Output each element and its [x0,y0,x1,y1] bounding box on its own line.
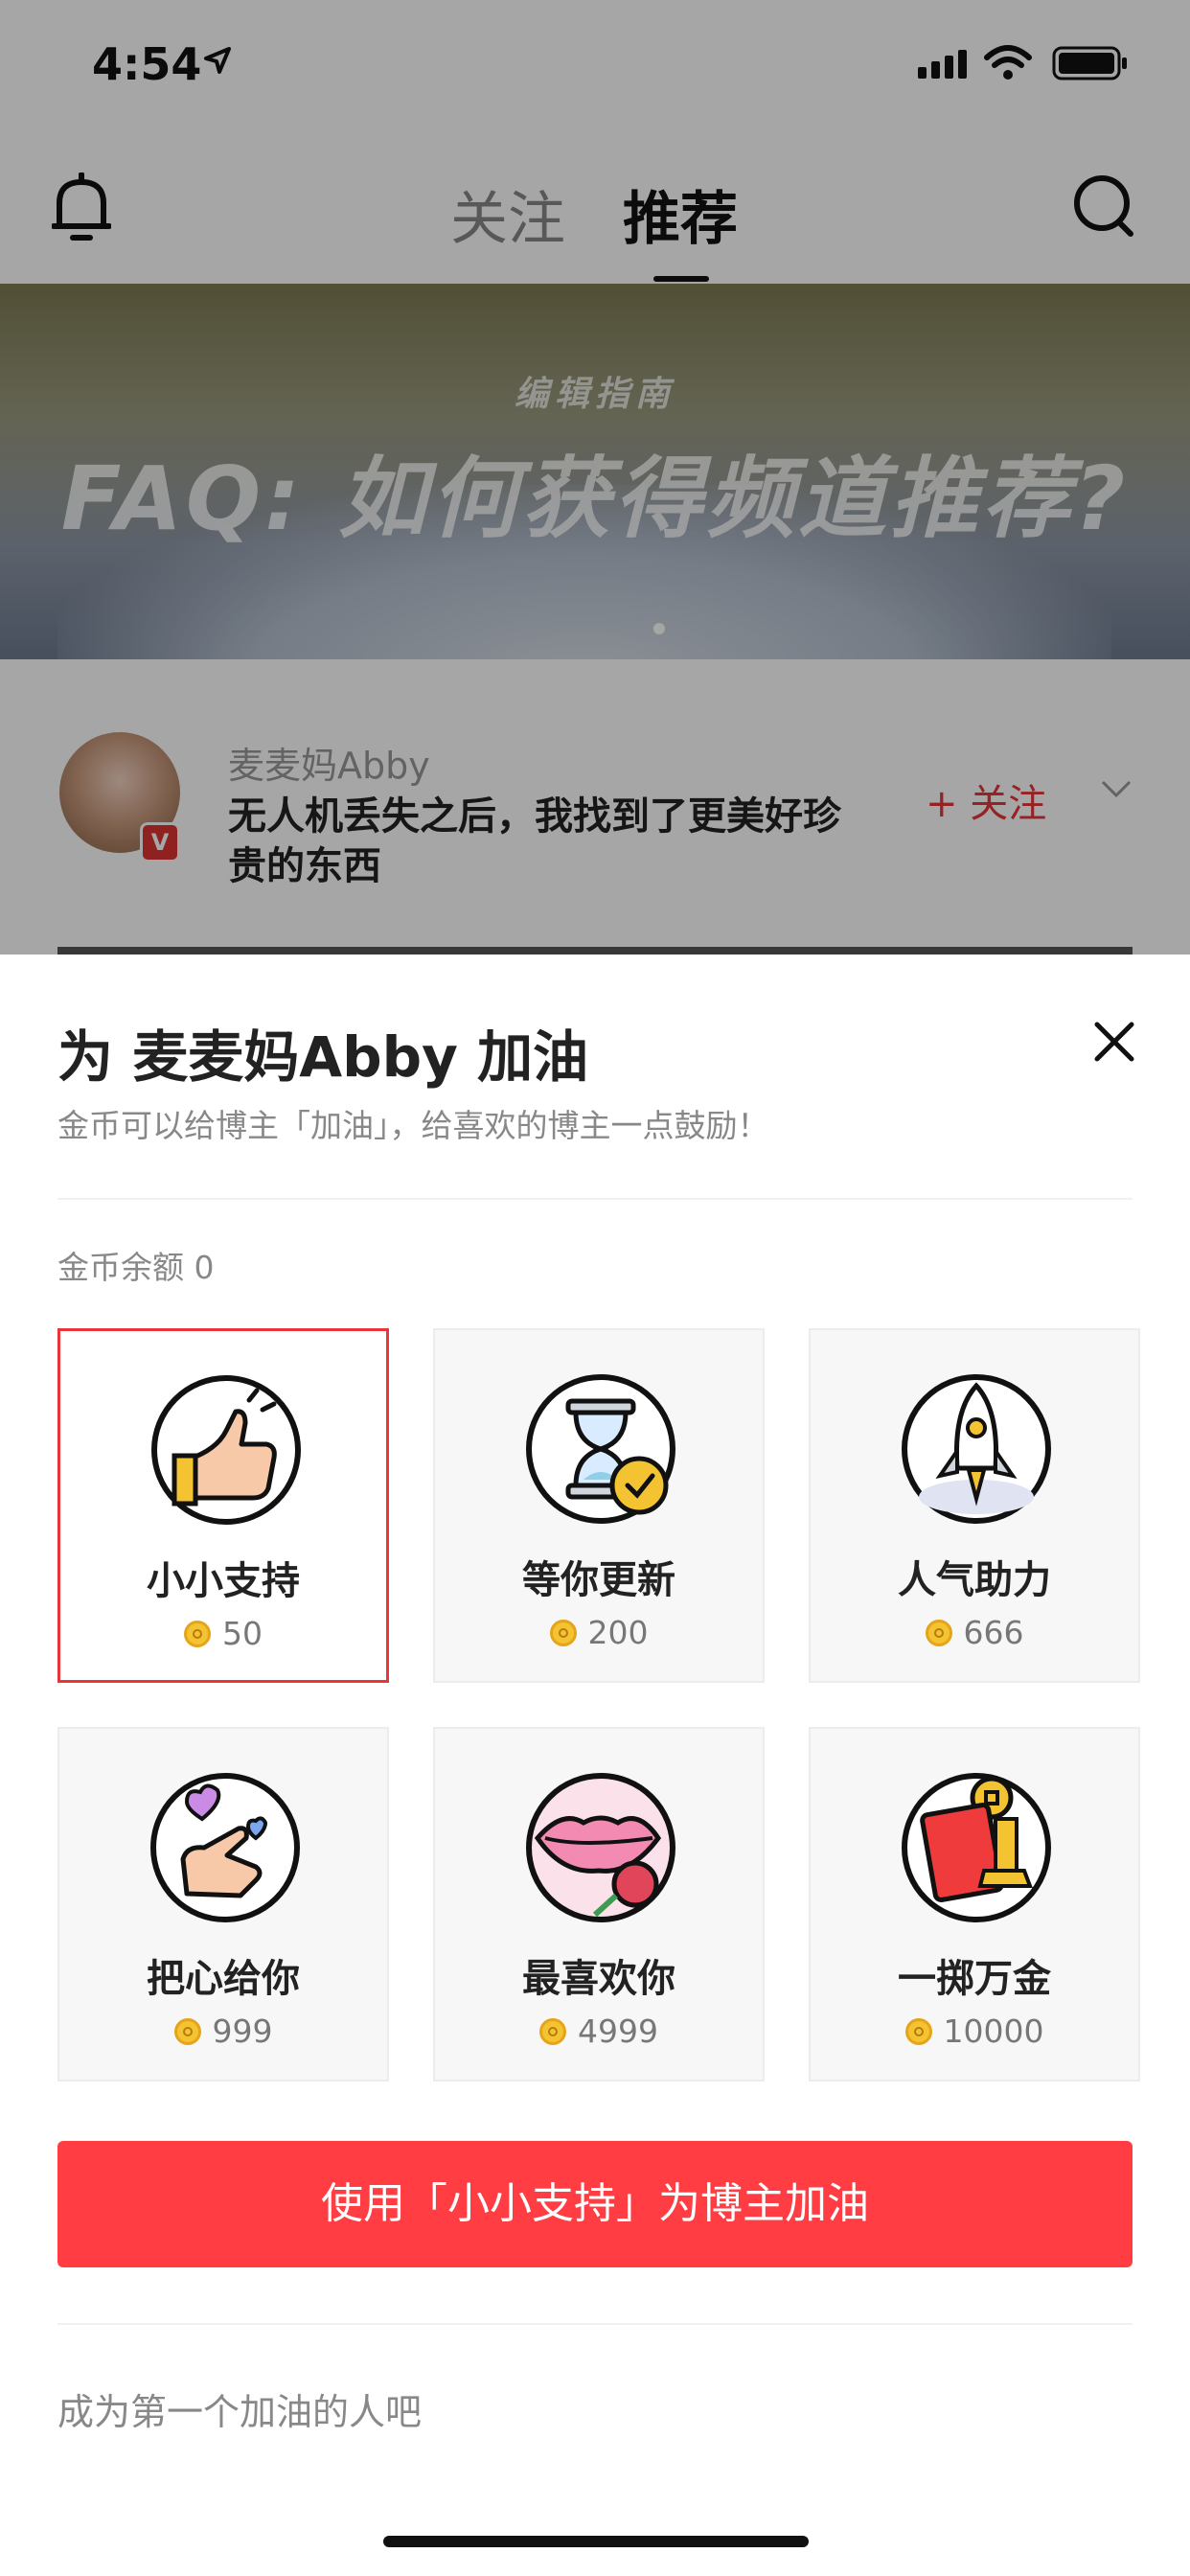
lips-rose-icon [526,1773,675,1922]
coin-icon [539,2018,566,2045]
gift-card-like-you-most[interactable]: 最喜欢你 4999 [433,1727,765,2082]
gift-card-give-heart[interactable]: 把心给你 999 [57,1727,389,2082]
close-icon[interactable] [1092,1020,1136,1064]
divider [57,2323,1133,2325]
gift-name: 等你更新 [522,1558,675,1602]
gift-price: 4999 [435,2012,763,2050]
gift-name: 把心给你 [147,1957,300,2001]
modal-overlay[interactable] [0,0,1190,954]
gift-price: 50 [60,1615,386,1652]
gift-name: 人气助力 [898,1558,1051,1602]
red-envelope-icon [902,1773,1051,1922]
gift-price-value: 50 [222,1615,263,1652]
divider [57,1198,1133,1200]
coin-icon [904,2018,932,2045]
gift-name: 小小支持 [147,1559,300,1603]
gift-card-popularity-boost[interactable]: 人气助力 666 [809,1328,1140,1683]
sheet-subtitle: 金币可以给博主「加油」，给喜欢的博主一点鼓励！ [57,1107,769,1144]
sheet-title: 为 麦麦妈Abby 加油 [57,1024,589,1090]
gift-name: 一掷万金 [898,1957,1051,2001]
coin-icon [184,1621,211,1647]
gift-price-value: 999 [212,2012,273,2050]
rocket-icon [902,1374,1051,1524]
gift-price: 10000 [811,2012,1138,2050]
gift-price: 200 [435,1614,763,1651]
finger-heart-icon [150,1773,300,1922]
gift-card-small-support[interactable]: 小小支持 50 [57,1328,389,1683]
support-sheet: 为 麦麦妈Abby 加油 金币可以给博主「加油」，给喜欢的博主一点鼓励！ 金币余… [0,954,1190,2576]
empty-supporters-message: 成为第一个加油的人吧 [57,2391,423,2433]
coin-icon [549,1620,577,1646]
gift-price-value: 4999 [578,2012,658,2050]
gift-price: 999 [59,2012,387,2050]
gift-price-value: 666 [963,1614,1024,1651]
coin-icon [925,1620,952,1646]
hourglass-icon [526,1374,675,1524]
support-button[interactable]: 使用「小小支持」为博主加油 [57,2141,1133,2267]
gift-card-spend-fortune[interactable]: 一掷万金 10000 [809,1727,1140,2082]
gift-card-waiting-update[interactable]: 等你更新 200 [433,1328,765,1683]
gift-price-value: 10000 [943,2012,1044,2050]
home-indicator[interactable] [383,2536,809,2547]
gift-name: 最喜欢你 [522,1957,675,2001]
coin-balance: 金币余额 0 [57,1249,215,1286]
gift-price-value: 200 [587,1614,649,1651]
coin-icon [173,2018,201,2045]
gift-price: 666 [811,1614,1138,1651]
thumbs-up-icon [151,1375,301,1525]
